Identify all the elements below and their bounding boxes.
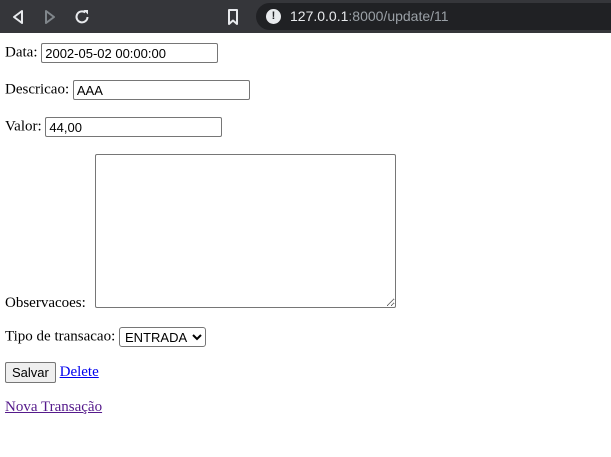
tipo-select[interactable]: ENTRADA xyxy=(119,327,207,347)
new-transaction-row: Nova Transação xyxy=(5,399,102,416)
data-label: Data: xyxy=(5,44,38,61)
nova-transacao-link[interactable]: Nova Transação xyxy=(5,399,102,415)
tipo-label: Tipo de transacao: xyxy=(5,328,116,345)
valor-input[interactable] xyxy=(45,117,223,137)
data-row: Data: xyxy=(5,43,219,63)
descricao-row: Descricao: xyxy=(5,80,250,100)
reload-icon[interactable] xyxy=(72,7,92,27)
address-bar[interactable]: ! 127.0.0.1:8000/update/11 xyxy=(256,3,611,30)
url-host: 127.0.0.1 xyxy=(290,8,349,24)
valor-row: Valor: xyxy=(5,117,223,137)
tipo-row: Tipo de transacao: ENTRADA xyxy=(5,327,207,347)
site-info-icon[interactable]: ! xyxy=(266,9,281,24)
descricao-label: Descricao: xyxy=(5,81,70,98)
url-text[interactable]: 127.0.0.1:8000/update/11 xyxy=(290,8,449,24)
browser-toolbar: ! 127.0.0.1:8000/update/11 xyxy=(0,0,611,33)
url-path: :8000/update/11 xyxy=(348,8,449,24)
back-icon[interactable] xyxy=(8,7,28,27)
observacoes-textarea[interactable] xyxy=(95,154,396,308)
delete-link[interactable]: Delete xyxy=(60,364,99,380)
descricao-input[interactable] xyxy=(72,80,250,100)
bookmark-icon[interactable] xyxy=(223,7,243,27)
save-button[interactable]: Salvar xyxy=(5,362,56,383)
actions-row: Salvar Delete xyxy=(5,362,99,383)
observacoes-label: Observacoes: xyxy=(5,295,86,311)
valor-label: Valor: xyxy=(5,118,42,135)
forward-icon[interactable] xyxy=(40,7,60,27)
data-input[interactable] xyxy=(41,43,219,63)
